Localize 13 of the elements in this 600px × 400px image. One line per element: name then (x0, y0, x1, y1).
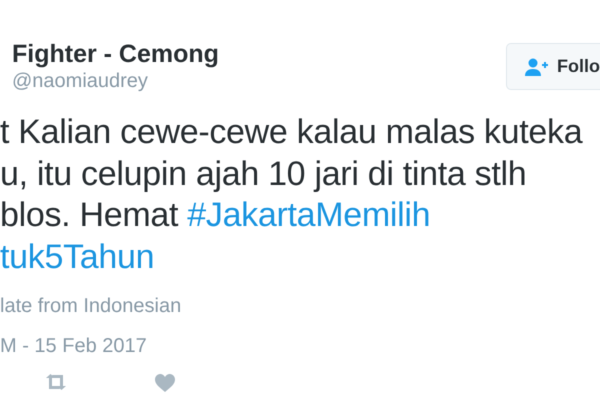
user-handle[interactable]: @naomiaudrey (12, 68, 219, 94)
hashtag-link[interactable]: #JakartaMemilih (187, 196, 430, 234)
heart-icon[interactable] (155, 374, 175, 392)
follow-button[interactable]: Follo (506, 43, 600, 90)
hashtag-link[interactable]: tuk5Tahun (0, 238, 154, 276)
user-name[interactable]: Fighter - Cemong (12, 40, 219, 68)
tweet-text-line: u, itu celupin ajah 10 jari di tinta stlh (0, 154, 528, 194)
translate-link[interactable]: late from Indonesian (0, 295, 182, 317)
tweet-text-line: t Kalian cewe-cewe kalau malas kuteka (0, 112, 584, 153)
tweet-timestamp[interactable]: M - 15 Feb 2017 (0, 335, 147, 357)
add-user-icon (525, 58, 549, 76)
retweet-icon[interactable] (45, 374, 67, 390)
tweet-text-line: blos. Hemat #JakartaMemilih (0, 195, 432, 236)
